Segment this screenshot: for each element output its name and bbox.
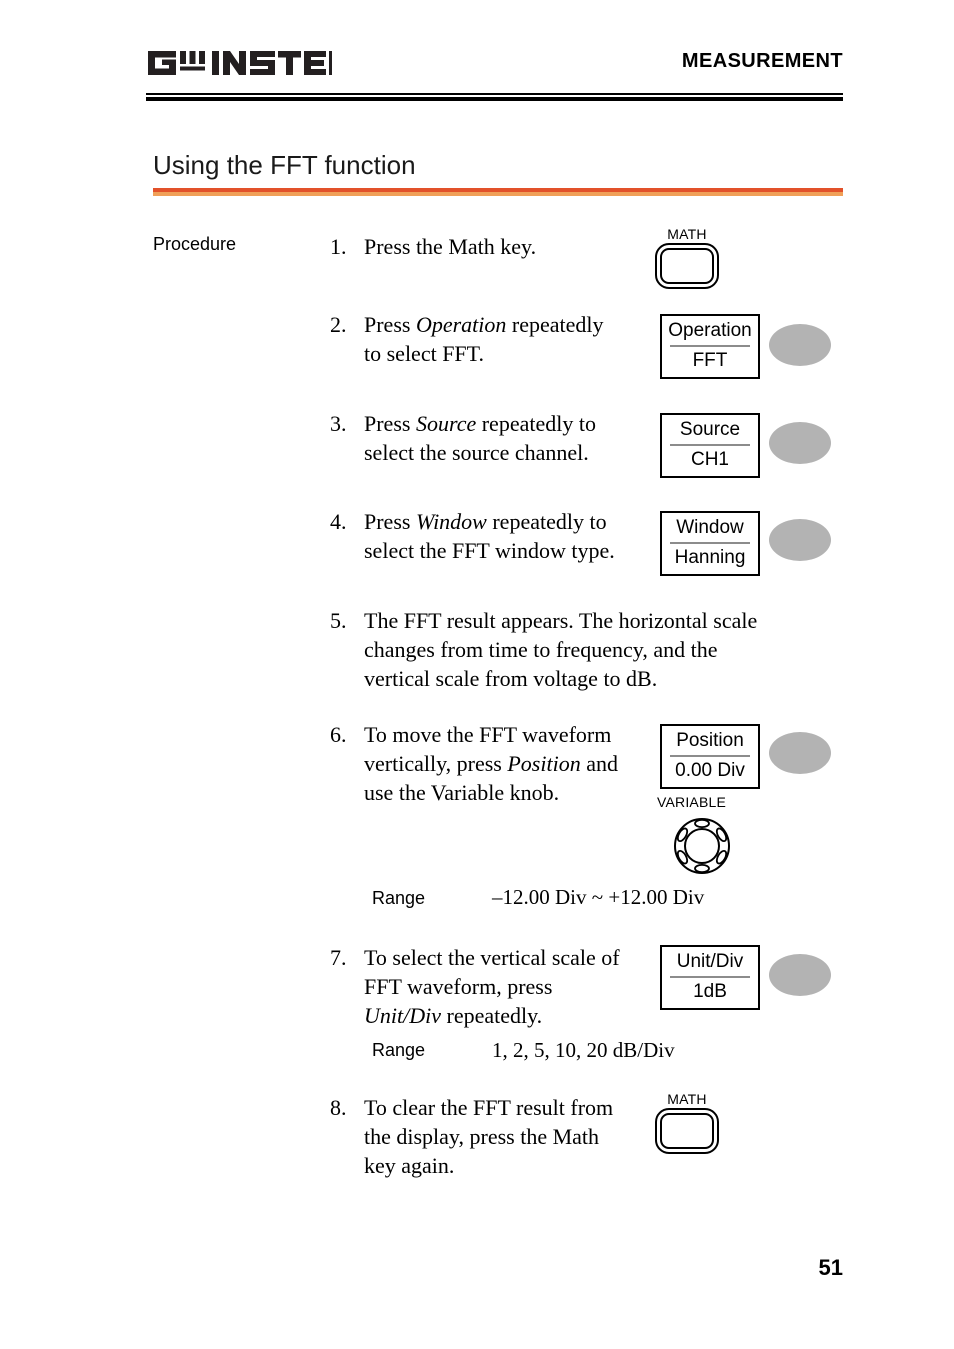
softkey-divider (670, 444, 750, 446)
variable-knob-icon[interactable] (671, 815, 733, 882)
softkey-position-label: Position (676, 730, 744, 751)
softkey-window[interactable]: Window Hanning (660, 511, 760, 576)
math-key-label: MATH (667, 226, 707, 242)
header-rule-thin (146, 93, 843, 95)
softkey-unit-div-value: 1dB (693, 981, 727, 1002)
step-7-number: 7. (330, 945, 347, 970)
math-key-label: MATH (667, 1091, 707, 1107)
softkey-window-value: Hanning (674, 547, 746, 568)
softkey-divider (670, 542, 750, 544)
step-6-text: To move the FFT waveform vertically, pres… (364, 722, 618, 805)
step-2-text: Press Operation repeatedly to select FFT. (364, 312, 604, 366)
chapter-title: MEASUREMENT (681, 50, 843, 72)
math-hard-key[interactable]: MATH (655, 226, 719, 289)
step-4-text: Press Window repeatedly to select the FFT… (364, 509, 615, 563)
step-3-text: Press Source repeatedly to select the sou… (364, 411, 596, 465)
page-header: MEASUREMENT (146, 46, 843, 96)
softkey-source[interactable]: Source CH1 (660, 413, 760, 478)
variable-knob-label: VARIABLE (657, 794, 727, 810)
step-3-number: 3. (330, 411, 347, 436)
step-5-number: 5. (330, 608, 347, 633)
softkey-window-label: Window (676, 517, 744, 538)
softkey-button-position[interactable] (769, 732, 831, 774)
step-7-text: To select the vertical scale of FFT wavef… (364, 945, 620, 1028)
math-key-inner-face (660, 248, 714, 284)
gwinstek-logo (146, 46, 332, 80)
softkey-position-value: 0.00 Div (675, 760, 745, 781)
header-rule-thick (146, 97, 843, 101)
softkey-source-value: CH1 (690, 449, 729, 470)
step-4-number: 4. (330, 509, 347, 534)
procedure-label: Procedure (153, 234, 237, 254)
title-rule-bottom (153, 192, 843, 196)
step-5-text: The FFT result appears. The horizontal s… (364, 608, 758, 691)
softkey-divider (670, 755, 750, 757)
softkey-divider (670, 345, 750, 347)
step-8-number: 8. (330, 1095, 347, 1120)
softkey-operation-label: Operation (668, 320, 752, 341)
softkey-position[interactable]: Position 0.00 Div (660, 724, 760, 789)
range-label-unit-div: Range (372, 1040, 426, 1060)
step-1-number: 1. (330, 234, 347, 259)
softkey-operation-value: FFT (692, 350, 728, 371)
range-value-unit-div: 1, 2, 5, 10, 20 dB/Div (492, 1038, 675, 1062)
softkey-unit-div-label: Unit/Div (676, 951, 744, 972)
page-number: 51 (818, 1255, 843, 1280)
step-6-number: 6. (330, 722, 347, 747)
softkey-unit-div[interactable]: Unit/Div 1dB (660, 945, 760, 1010)
softkey-divider (670, 976, 750, 978)
step-8-text: To clear the FFT result from the display,… (364, 1095, 614, 1178)
softkey-button-unit-div[interactable] (769, 954, 831, 996)
softkey-operation[interactable]: Operation FFT (660, 314, 760, 379)
variable-knob-group[interactable]: VARIABLE (657, 794, 747, 886)
step-1-text: Press the Math key. (364, 234, 537, 259)
range-value-position: –12.00 Div ~ +12.00 Div (492, 885, 705, 909)
page-title: Using the FFT function (153, 150, 416, 180)
document-page: MEASUREMENT Using the FFT function Proce… (0, 0, 954, 1349)
softkey-button-window[interactable] (769, 519, 831, 561)
softkey-button-source[interactable] (769, 422, 831, 464)
step-2-number: 2. (330, 312, 347, 337)
range-label-position: Range (372, 888, 426, 908)
softkey-button-operation[interactable] (769, 324, 831, 366)
math-hard-key-repeat[interactable]: MATH (655, 1091, 719, 1154)
math-key-inner-face (660, 1113, 714, 1149)
softkey-source-label: Source (679, 419, 741, 440)
